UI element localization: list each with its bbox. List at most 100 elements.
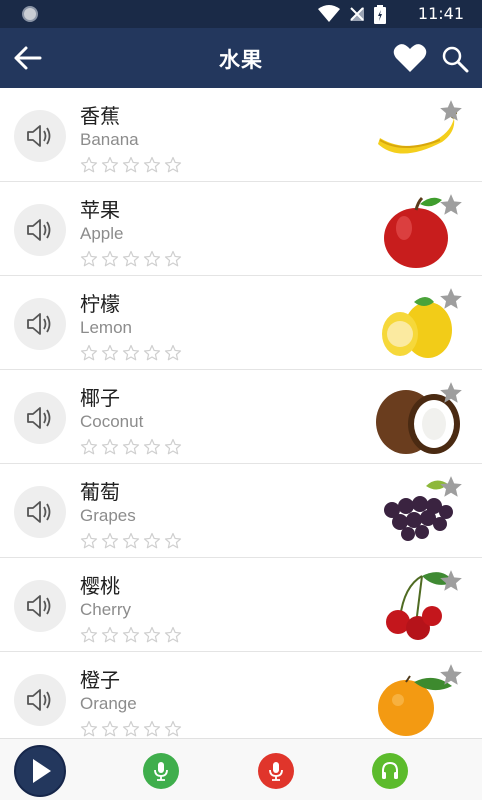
favorite-star-icon[interactable] xyxy=(438,98,464,124)
rating-stars xyxy=(80,720,182,738)
rating-star-icon xyxy=(164,720,182,737)
speaker-button[interactable] xyxy=(14,392,66,444)
rating-star-icon xyxy=(101,250,119,267)
rating-star-icon xyxy=(80,532,98,549)
bottom-toolbar xyxy=(0,738,482,800)
rating-star-icon xyxy=(101,344,119,361)
list-item[interactable]: 柠檬 Lemon xyxy=(0,276,482,370)
list-item[interactable]: 葡萄 Grapes xyxy=(0,464,482,558)
rating-star-icon xyxy=(122,532,140,549)
rating-stars xyxy=(80,156,182,174)
rating-star-icon xyxy=(164,626,182,643)
rating-stars xyxy=(80,344,182,362)
rating-star-icon xyxy=(101,532,119,549)
word-chinese: 椰子 xyxy=(80,386,120,410)
rating-star-icon xyxy=(122,250,140,267)
clock: 11:41 xyxy=(417,4,464,23)
list-item[interactable]: 香蕉 Banana xyxy=(0,88,482,182)
speaker-icon xyxy=(27,125,51,147)
rating-star-icon xyxy=(80,438,98,455)
speaker-button[interactable] xyxy=(14,204,66,256)
rating-star-icon xyxy=(164,344,182,361)
rating-star-icon xyxy=(164,250,182,267)
word-english: Orange xyxy=(80,694,137,713)
rating-star-icon xyxy=(143,626,161,643)
rating-star-icon xyxy=(101,438,119,455)
battery-icon xyxy=(374,4,386,24)
rating-star-icon xyxy=(80,626,98,643)
favorite-star-icon[interactable] xyxy=(438,380,464,406)
rating-star-icon xyxy=(122,438,140,455)
record-microphone-icon xyxy=(269,762,283,781)
rating-star-icon xyxy=(164,438,182,455)
speaker-icon xyxy=(27,595,51,617)
record-button[interactable] xyxy=(258,753,294,789)
favorites-heart-icon[interactable] xyxy=(393,42,427,74)
list-item[interactable]: 橙子 Orange xyxy=(0,652,482,738)
rating-star-icon xyxy=(164,532,182,549)
word-english: Grapes xyxy=(80,506,136,525)
signal-off-icon xyxy=(350,7,364,21)
microphone-icon xyxy=(154,762,168,781)
wifi-icon xyxy=(318,5,340,22)
word-chinese: 苹果 xyxy=(80,198,120,222)
status-bar: 11:41 xyxy=(0,0,482,28)
headphones-icon xyxy=(382,761,398,779)
rating-stars xyxy=(80,626,182,644)
rating-stars xyxy=(80,532,182,550)
word-chinese: 柠檬 xyxy=(80,292,120,316)
word-chinese: 樱桃 xyxy=(80,574,120,598)
rating-star-icon xyxy=(143,344,161,361)
speaker-icon xyxy=(27,501,51,523)
speaker-button[interactable] xyxy=(14,110,66,162)
favorite-star-icon[interactable] xyxy=(438,192,464,218)
rating-stars xyxy=(80,250,182,268)
favorite-star-icon[interactable] xyxy=(438,286,464,312)
rating-star-icon xyxy=(143,438,161,455)
rating-star-icon xyxy=(122,156,140,173)
rating-star-icon xyxy=(143,156,161,173)
word-english: Banana xyxy=(80,130,139,149)
rating-star-icon xyxy=(164,156,182,173)
favorite-star-icon[interactable] xyxy=(438,662,464,688)
favorite-star-icon[interactable] xyxy=(438,568,464,594)
favorite-star-icon[interactable] xyxy=(438,474,464,500)
word-english: Apple xyxy=(80,224,124,243)
rating-star-icon xyxy=(101,156,119,173)
list-item[interactable]: 苹果 Apple xyxy=(0,182,482,276)
rating-star-icon xyxy=(143,532,161,549)
word-chinese: 香蕉 xyxy=(80,104,120,128)
word-english: Coconut xyxy=(80,412,144,431)
speaker-button[interactable] xyxy=(14,486,66,538)
speaker-button[interactable] xyxy=(14,580,66,632)
rating-star-icon xyxy=(80,344,98,361)
listen-button[interactable] xyxy=(372,753,408,789)
speaker-icon xyxy=(27,313,51,335)
vocabulary-list: 香蕉 Banana 苹果 Apple 柠檬 Lemon 椰子 Coconut 葡萄 Grapes 樱… xyxy=(0,88,482,738)
speaker-button[interactable] xyxy=(14,298,66,350)
search-icon[interactable] xyxy=(441,45,469,73)
rating-star-icon xyxy=(80,250,98,267)
list-item[interactable]: 椰子 Coconut xyxy=(0,370,482,464)
list-item[interactable]: 樱桃 Cherry xyxy=(0,558,482,652)
app-bar: 水果 xyxy=(0,28,482,88)
rating-star-icon xyxy=(122,344,140,361)
word-chinese: 橙子 xyxy=(80,668,120,692)
rating-star-icon xyxy=(122,720,140,737)
rating-star-icon xyxy=(101,626,119,643)
speaker-icon xyxy=(27,219,51,241)
word-english: Cherry xyxy=(80,600,132,619)
word-english: Lemon xyxy=(80,318,132,337)
rating-star-icon xyxy=(143,250,161,267)
speak-practice-button[interactable] xyxy=(143,753,179,789)
rating-star-icon xyxy=(80,720,98,737)
rating-star-icon xyxy=(101,720,119,737)
play-all-button[interactable] xyxy=(14,745,66,797)
rating-star-icon xyxy=(80,156,98,173)
rating-stars xyxy=(80,438,182,456)
speaker-icon xyxy=(27,689,51,711)
speaker-button[interactable] xyxy=(14,674,66,726)
rating-star-icon xyxy=(143,720,161,737)
word-chinese: 葡萄 xyxy=(80,480,120,504)
speaker-icon xyxy=(27,407,51,429)
